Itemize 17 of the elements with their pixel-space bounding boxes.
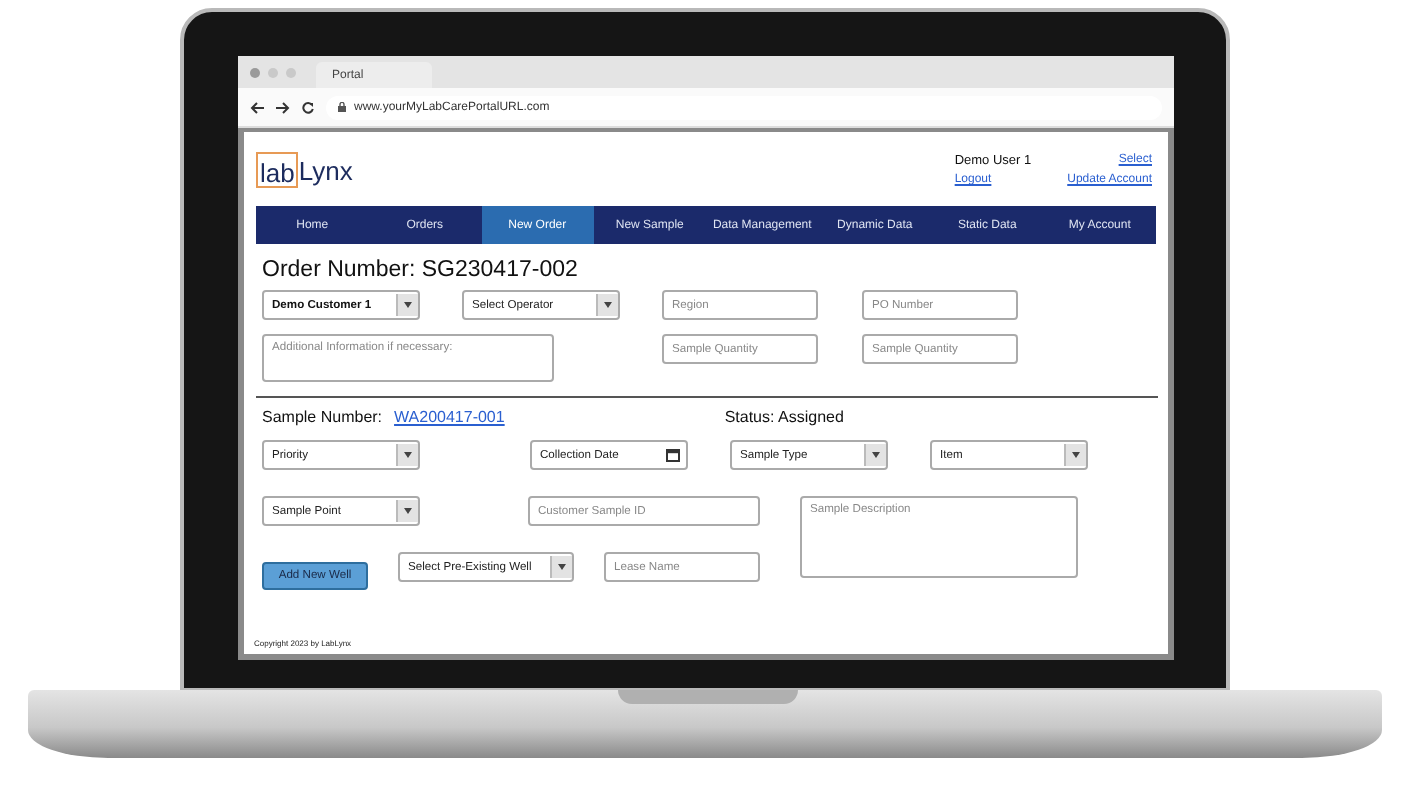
caret-icon <box>550 556 572 578</box>
lock-icon <box>338 102 346 112</box>
calendar-icon <box>666 448 680 462</box>
caret-icon <box>396 444 418 466</box>
logo: lab Lynx <box>256 150 353 192</box>
status-text: Status: Assigned <box>724 408 844 426</box>
caret-icon <box>596 294 618 316</box>
sample-number-link[interactable]: WA200417-001 <box>394 408 505 426</box>
back-icon[interactable] <box>250 101 264 113</box>
order-title: Order Number: SG230417-002 <box>262 258 580 282</box>
caret-icon <box>864 444 886 466</box>
reload-icon[interactable] <box>302 101 314 113</box>
caret-icon <box>396 294 418 316</box>
caret-icon <box>1064 444 1086 466</box>
forward-icon[interactable] <box>276 101 290 113</box>
caret-icon <box>396 500 418 522</box>
sample-number-label: Sample Number: <box>262 408 383 426</box>
